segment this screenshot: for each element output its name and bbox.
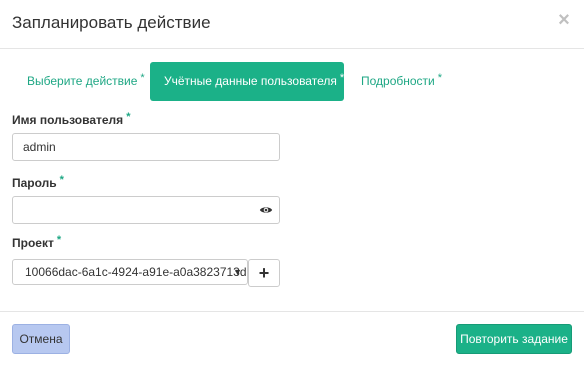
dialog-header: Запланировать действие × xyxy=(0,0,584,49)
username-label-text: Имя пользователя xyxy=(12,113,124,127)
tab-select-action[interactable]: Выберите действие * xyxy=(13,62,159,101)
required-marker: * xyxy=(339,72,345,84)
tab-label: Выберите действие xyxy=(27,74,138,88)
tab-details[interactable]: Подробности * xyxy=(347,62,456,101)
required-marker: * xyxy=(126,111,131,123)
password-label-text: Пароль xyxy=(12,176,57,190)
eye-icon[interactable] xyxy=(259,203,273,217)
chevron-down-icon: ▼ xyxy=(233,267,242,277)
password-label: Пароль * xyxy=(12,174,64,190)
add-project-button[interactable]: + xyxy=(248,259,280,287)
required-marker: * xyxy=(437,72,443,84)
tab-label: Учётные данные пользователя xyxy=(164,74,337,88)
project-label-text: Проект xyxy=(12,236,54,250)
tab-label: Подробности xyxy=(361,74,435,88)
schedule-action-dialog: Запланировать действие × Выберите действ… xyxy=(0,0,584,366)
project-select[interactable]: 10066dac-6a1c-4924-a91e-a0a3823713da ▼ xyxy=(12,259,248,285)
cancel-button[interactable]: Отмена xyxy=(12,324,70,354)
repeat-task-button[interactable]: Повторить задание xyxy=(456,324,572,354)
required-marker: * xyxy=(56,234,62,246)
username-field[interactable]: admin xyxy=(12,133,280,161)
close-icon[interactable]: × xyxy=(556,10,572,30)
username-label: Имя пользователя * xyxy=(12,111,131,127)
username-value: admin xyxy=(23,140,56,154)
password-field[interactable] xyxy=(12,196,280,224)
project-label: Проект * xyxy=(12,234,62,250)
wizard-tabs: Выберите действие * Учётные данные пользо… xyxy=(0,62,584,102)
project-selected-value: 10066dac-6a1c-4924-a91e-a0a3823713da xyxy=(25,265,248,279)
required-marker: * xyxy=(59,174,64,186)
tab-user-credentials[interactable]: Учётные данные пользователя * xyxy=(150,62,344,101)
required-marker: * xyxy=(140,72,145,84)
dialog-title: Запланировать действие xyxy=(12,13,211,32)
dialog-footer: Отмена Повторить задание xyxy=(0,311,584,366)
